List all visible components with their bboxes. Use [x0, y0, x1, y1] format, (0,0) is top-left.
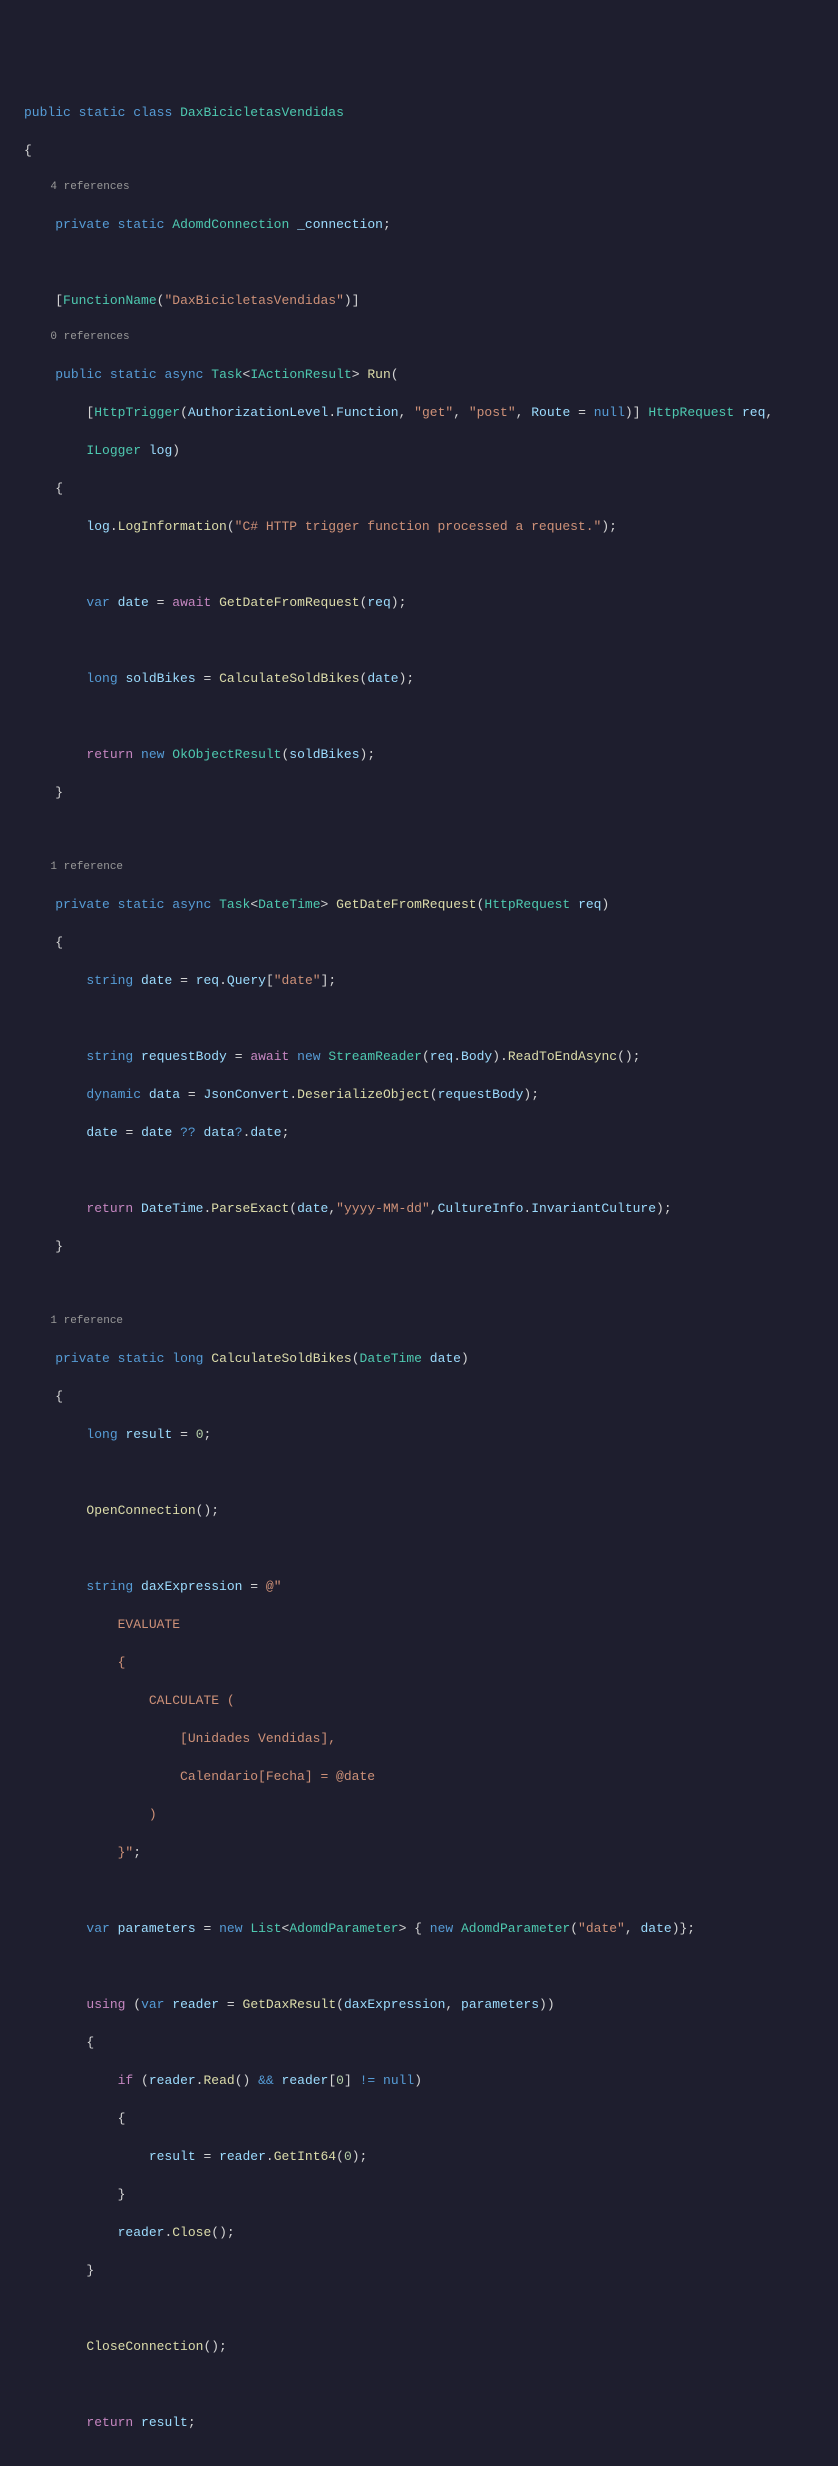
- code-line: reader.Close();: [24, 2223, 838, 2242]
- code-line: [Unidades Vendidas],: [24, 1729, 838, 1748]
- code-line: [24, 1009, 838, 1028]
- code-line: string date = req.Query["date"];: [24, 971, 838, 990]
- code-line: log.LogInformation("C# HTTP trigger func…: [24, 517, 838, 536]
- code-line: CALCULATE (: [24, 1691, 838, 1710]
- code-line: {: [24, 933, 838, 952]
- codelens[interactable]: 1 reference: [24, 859, 838, 876]
- codelens[interactable]: 1 reference: [24, 1313, 838, 1330]
- code-line: using (var reader = GetDaxResult(daxExpr…: [24, 1995, 838, 2014]
- code-line: }: [24, 2261, 838, 2280]
- code-line: [24, 1957, 838, 1976]
- code-line: [24, 1881, 838, 1900]
- code-line: [FunctionName("DaxBicicletasVendidas")]: [24, 291, 838, 310]
- code-line: }";: [24, 1843, 838, 1862]
- code-line: ILogger log): [24, 441, 838, 460]
- code-line: {: [24, 1653, 838, 1672]
- code-line: [24, 1539, 838, 1558]
- code-line: [24, 1463, 838, 1482]
- code-line: OpenConnection();: [24, 1501, 838, 1520]
- code-line: [24, 555, 838, 574]
- code-editor[interactable]: public static class DaxBicicletasVendida…: [0, 84, 838, 2466]
- code-line: dynamic data = JsonConvert.DeserializeOb…: [24, 1085, 838, 1104]
- code-line: [24, 2451, 838, 2466]
- code-line: [HttpTrigger(AuthorizationLevel.Function…: [24, 403, 838, 422]
- code-line: }: [24, 783, 838, 802]
- code-line: {: [24, 1387, 838, 1406]
- code-line: [24, 1275, 838, 1294]
- code-line: [24, 1161, 838, 1180]
- code-line: ): [24, 1805, 838, 1824]
- code-line: date = date ?? data?.date;: [24, 1123, 838, 1142]
- code-line: {: [24, 2109, 838, 2128]
- code-line: private static async Task<DateTime> GetD…: [24, 895, 838, 914]
- code-line: string daxExpression = @": [24, 1577, 838, 1596]
- code-line: var date = await GetDateFromRequest(req)…: [24, 593, 838, 612]
- code-line: {: [24, 479, 838, 498]
- code-line: private static AdomdConnection _connecti…: [24, 215, 838, 234]
- code-line: return new OkObjectResult(soldBikes);: [24, 745, 838, 764]
- code-line: [24, 253, 838, 272]
- code-line: return result;: [24, 2413, 838, 2432]
- code-line: long result = 0;: [24, 1425, 838, 1444]
- codelens[interactable]: 4 references: [24, 179, 838, 196]
- code-line: [24, 707, 838, 726]
- code-line: }: [24, 1237, 838, 1256]
- code-line: [24, 821, 838, 840]
- code-line: if (reader.Read() && reader[0] != null): [24, 2071, 838, 2090]
- code-line: public static async Task<IActionResult> …: [24, 365, 838, 384]
- codelens[interactable]: 0 references: [24, 329, 838, 346]
- code-line: return DateTime.ParseExact(date,"yyyy-MM…: [24, 1199, 838, 1218]
- code-line: CloseConnection();: [24, 2337, 838, 2356]
- code-line: {: [24, 2033, 838, 2052]
- code-line: EVALUATE: [24, 1615, 838, 1634]
- code-line: }: [24, 2185, 838, 2204]
- code-line: string requestBody = await new StreamRea…: [24, 1047, 838, 1066]
- code-line: long soldBikes = CalculateSoldBikes(date…: [24, 669, 838, 688]
- code-line: public static class DaxBicicletasVendida…: [24, 103, 838, 122]
- code-line: [24, 2375, 838, 2394]
- code-line: Calendario[Fecha] = @date: [24, 1767, 838, 1786]
- code-line: result = reader.GetInt64(0);: [24, 2147, 838, 2166]
- code-line: [24, 631, 838, 650]
- code-line: private static long CalculateSoldBikes(D…: [24, 1349, 838, 1368]
- code-line: var parameters = new List<AdomdParameter…: [24, 1919, 838, 1938]
- code-line: {: [24, 141, 838, 160]
- code-line: [24, 2299, 838, 2318]
